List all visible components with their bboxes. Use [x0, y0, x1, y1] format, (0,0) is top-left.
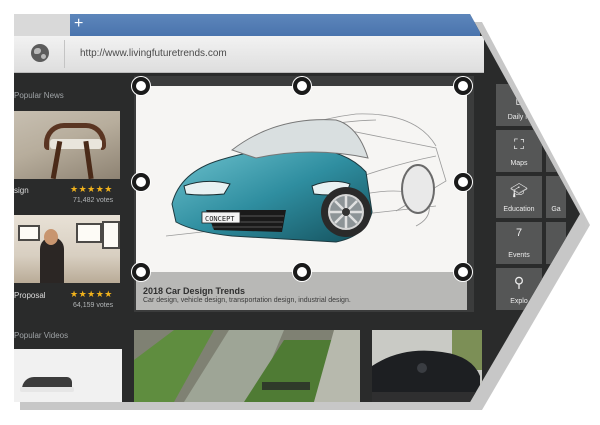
url-text[interactable]: http://www.livingfuturetrends.com	[80, 48, 227, 59]
video-thumbnail-car[interactable]	[372, 330, 482, 402]
popular-videos-heading: Popular Videos	[14, 331, 69, 340]
resize-handle-bottom-right[interactable]	[454, 263, 472, 281]
hiker-icon: ⚲	[513, 274, 525, 290]
video-thumbnail-shoe[interactable]	[14, 349, 122, 402]
graduation-cap-icon: 🎓︎	[510, 182, 528, 198]
featured-title[interactable]: 2018 Car Design Trends	[143, 286, 245, 296]
news-title[interactable]: sign	[14, 186, 29, 195]
wall-frame	[76, 223, 102, 243]
new-tab-icon[interactable]: +	[74, 15, 83, 33]
resize-handle-left[interactable]	[132, 173, 150, 191]
person-face	[44, 229, 58, 245]
resize-handle-top[interactable]	[293, 77, 311, 95]
calendar-icon: 7	[515, 227, 523, 239]
video-thumbnail-architecture[interactable]	[134, 330, 360, 402]
news-thumbnail-room[interactable]	[14, 215, 120, 283]
resize-handle-top-left[interactable]	[132, 77, 150, 95]
featured-image[interactable]: CONCEPT	[136, 86, 467, 272]
tile-label: Events	[508, 252, 530, 259]
resize-handle-top-right[interactable]	[454, 77, 472, 95]
tile-label: Education	[503, 206, 535, 213]
resize-handle-bottom-left[interactable]	[132, 263, 150, 281]
map-icon: ⛶	[514, 136, 524, 152]
vote-count: 71,482 votes	[73, 197, 114, 204]
tile-label: Maps	[510, 160, 528, 167]
tile-label: Ga	[551, 206, 561, 213]
tile-events[interactable]: 7 Events	[496, 222, 542, 264]
plate-text: CONCEPT	[205, 215, 235, 223]
news-thumbnail-chair[interactable]	[14, 111, 120, 179]
rating-stars: ★★★★★	[70, 289, 113, 299]
address-divider	[64, 40, 65, 68]
tile-daily-news[interactable]: ▯ Daily N	[496, 84, 542, 126]
rating-stars: ★★★★★	[70, 184, 113, 194]
resize-handle-bottom[interactable]	[293, 263, 311, 281]
popular-news-heading: Popular News	[14, 91, 64, 100]
tab-active[interactable]	[70, 14, 480, 36]
shoe-shape	[20, 377, 74, 392]
tile-label: Daily N	[507, 114, 531, 121]
car-photo	[372, 330, 482, 402]
wall-frame	[18, 225, 40, 241]
vote-count: 64,159 votes	[73, 302, 114, 309]
globe-icon	[31, 44, 49, 62]
wall-frame	[102, 221, 120, 249]
tile-education[interactable]: 🎓︎ Education	[496, 176, 542, 218]
tile-maps[interactable]: ⛶ Maps	[496, 130, 542, 172]
featured-subtitle: Car design, vehicle design, transportati…	[143, 297, 351, 304]
news-title[interactable]: Proposal	[14, 291, 46, 300]
resize-handle-right[interactable]	[454, 173, 472, 191]
car-sketch: CONCEPT	[165, 113, 447, 243]
architecture-image	[134, 330, 360, 402]
